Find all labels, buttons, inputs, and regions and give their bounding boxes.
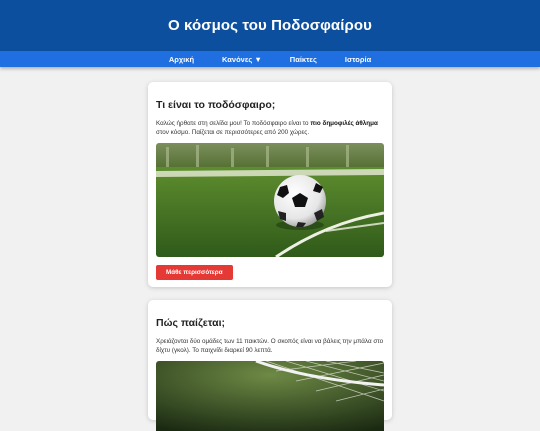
section-title: Τι είναι το ποδόσφαιρο;	[156, 99, 276, 111]
nav-item-history[interactable]: Ιστορία	[331, 55, 385, 64]
learn-more-button[interactable]: Μάθε περισσότερα	[156, 265, 233, 281]
main-nav: Αρχική Κανόνες ▼ Παίκτες Ιστορία	[0, 51, 540, 67]
section-what-is-football: Τι είναι το ποδόσφαιρο; Καλώς ήρθατε στη…	[148, 82, 392, 287]
section-title: Πώς παίζεται;	[156, 317, 226, 329]
nav-item-home[interactable]: Αρχική	[155, 55, 208, 64]
section-text: Καλώς ήρθατε στη σελίδα μου! Το ποδόσφαι…	[156, 120, 378, 136]
goal-net-image	[156, 361, 384, 431]
soccer-ball-image	[156, 143, 384, 258]
nav-item-players[interactable]: Παίκτες	[276, 55, 331, 64]
section-text: Χρειάζονται δύο ομάδες των 11 παικτών. Ο…	[156, 338, 384, 354]
nav-item-rules[interactable]: Κανόνες ▼	[208, 55, 276, 64]
site-header: Ο κόσμος του Ποδοσφαίρου	[0, 0, 540, 51]
site-title: Ο κόσμος του Ποδοσφαίρου	[168, 17, 372, 34]
section-how-to-play: Πώς παίζεται; Χρειάζονται δύο ομάδες των…	[148, 300, 392, 431]
